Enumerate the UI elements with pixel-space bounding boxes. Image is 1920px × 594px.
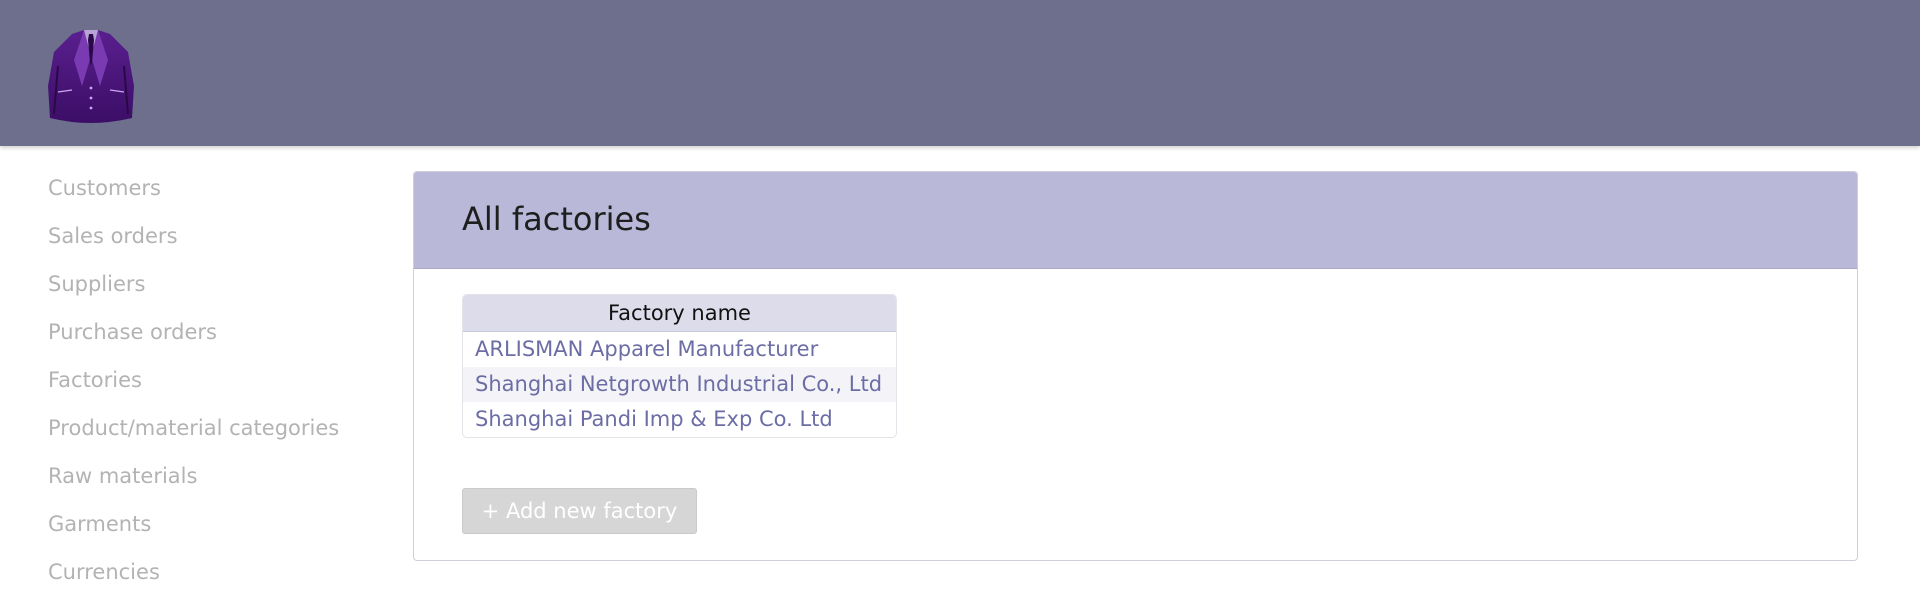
table-row: ARLISMAN Apparel Manufacturer	[463, 332, 896, 367]
sidebar-item-purchase-orders[interactable]: Purchase orders	[48, 319, 217, 345]
column-header-factory-name[interactable]: Factory name	[463, 295, 896, 332]
factories-table: Factory name ARLISMAN Apparel Manufactur…	[462, 294, 897, 438]
sidebar-item-raw-materials[interactable]: Raw materials	[48, 463, 197, 489]
panel-header: All factories	[414, 172, 1857, 269]
sidebar-item-garments[interactable]: Garments	[48, 511, 151, 537]
factory-link[interactable]: Shanghai Pandi Imp & Exp Co. Ltd	[475, 407, 833, 431]
sidebar-item-customers[interactable]: Customers	[48, 175, 161, 201]
add-new-factory-button[interactable]: + Add new factory	[462, 488, 697, 534]
sidebar-nav: Customers Sales orders Suppliers Purchas…	[0, 146, 390, 594]
sidebar-item-factories[interactable]: Factories	[48, 367, 142, 393]
table-row: Shanghai Netgrowth Industrial Co., Ltd	[463, 367, 896, 402]
sidebar-item-sales-orders[interactable]: Sales orders	[48, 223, 178, 249]
table-row: Shanghai Pandi Imp & Exp Co. Ltd	[463, 402, 896, 437]
factory-link[interactable]: Shanghai Netgrowth Industrial Co., Ltd	[475, 372, 882, 396]
factory-link[interactable]: ARLISMAN Apparel Manufacturer	[475, 337, 818, 361]
suit-jacket-logo-icon[interactable]	[44, 26, 138, 128]
top-header-bar	[0, 0, 1920, 146]
sidebar-item-suppliers[interactable]: Suppliers	[48, 271, 145, 297]
sidebar-item-currencies[interactable]: Currencies	[48, 559, 160, 585]
page-title: All factories	[462, 200, 651, 238]
factories-panel: All factories Factory name ARLISMAN Appa…	[413, 171, 1858, 561]
sidebar-item-product-material-categories[interactable]: Product/material categories	[48, 415, 339, 441]
